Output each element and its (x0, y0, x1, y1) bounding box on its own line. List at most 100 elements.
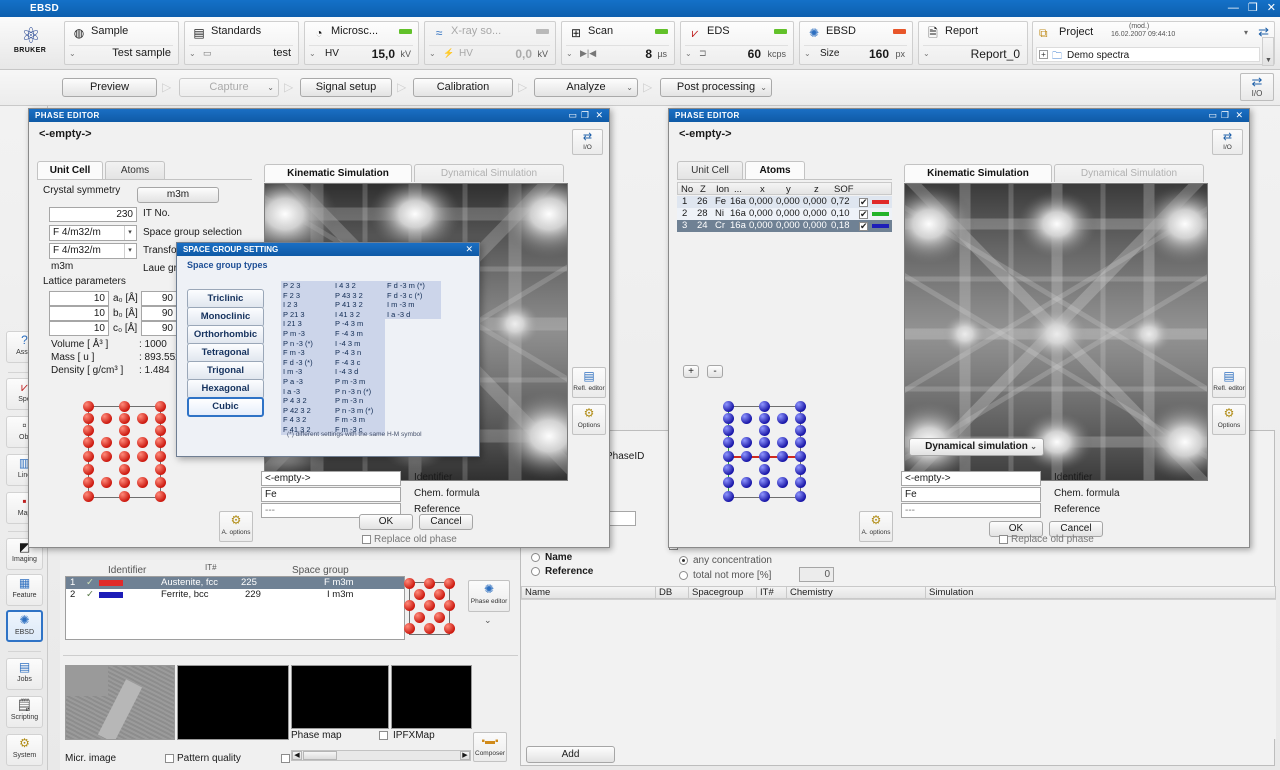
space-group-entry[interactable]: I -4 3 m (333, 338, 385, 349)
radio-any-concentration[interactable] (679, 556, 688, 565)
crystal-system-triclinic[interactable]: Triclinic (187, 289, 264, 309)
sidebar-item-scripting[interactable]: 🗒 Scripting (6, 696, 43, 728)
chem-formula-field[interactable]: Fe (901, 487, 1041, 502)
angle-gamma-field[interactable]: 90 (141, 321, 177, 336)
crystal-system-monoclinic[interactable]: Monoclinic (187, 307, 264, 327)
space-group-entry[interactable]: F d -3 (*) (281, 357, 333, 368)
scroll-thumb[interactable] (303, 751, 337, 760)
preview-button[interactable]: Preview (62, 78, 157, 97)
add-atom-button[interactable]: + (683, 365, 699, 378)
cancel-button[interactable]: Cancel (419, 514, 473, 530)
angle-beta-field[interactable]: 90 (141, 306, 177, 321)
ok-button[interactable]: OK (359, 514, 413, 530)
chevron-down-icon[interactable]: ▼ (1265, 57, 1272, 64)
close-icon[interactable]: ✕ (465, 244, 473, 255)
cell-color-swatch[interactable] (872, 224, 889, 228)
tab-atoms[interactable]: Atoms (105, 161, 165, 179)
close-button[interactable]: ✕ (1267, 1, 1276, 15)
space-group-entry[interactable]: P 41 3 2 (333, 300, 385, 310)
crystal-system-hexagonal[interactable]: Hexagonal (187, 379, 264, 399)
lattice-a-field[interactable]: 10 (49, 291, 109, 306)
space-group-entry[interactable]: I 41 3 2 (333, 309, 385, 320)
transform-combo[interactable]: F 4/m32/m ▾ (49, 243, 137, 259)
space-group-entry[interactable]: F d -3 m (*) (385, 281, 441, 291)
lattice-b-field[interactable]: 10 (49, 306, 109, 321)
row-color-swatch[interactable] (99, 592, 123, 598)
cell-enable-checkbox[interactable] (859, 208, 868, 220)
identifier-field[interactable]: <-empty-> (901, 471, 1041, 486)
space-group-entry[interactable]: F m -3 (281, 348, 333, 358)
results-col-name[interactable]: Name (521, 586, 656, 599)
replace-old-phase-checkbox[interactable] (999, 535, 1008, 544)
row-check-icon[interactable]: ✓ (86, 577, 94, 589)
restore-button[interactable]: ❐ (1248, 1, 1258, 15)
sidebar-item-ebsd[interactable]: ✺ EBSD (6, 610, 43, 642)
chevron-down-icon[interactable]: ▾ (124, 226, 135, 240)
space-group-entry[interactable]: I 2 3 (281, 300, 333, 310)
space-group-entry[interactable]: I 4 3 2 (333, 281, 385, 291)
space-group-entry[interactable]: P 21 3 (281, 309, 333, 320)
io-button[interactable]: ⇄ I/O (1240, 73, 1274, 101)
space-group-entry[interactable]: P m -3 m (333, 376, 385, 387)
scroll-left-icon[interactable]: ◀ (292, 751, 302, 760)
chevron-down-icon[interactable]: ⌄ (685, 49, 692, 58)
chevron-down-icon[interactable]: ⌄ (69, 49, 76, 58)
space-group-entry[interactable]: I a -3 d (385, 309, 441, 320)
space-group-entry[interactable]: P 4 3 2 (281, 396, 333, 406)
signal-setup-button[interactable]: Signal setup (300, 78, 392, 97)
analyze-button[interactable]: Analyze ⌄ (534, 78, 638, 97)
image-strip-scrollbar[interactable]: ◀ ▶ (291, 750, 471, 761)
minimize-button[interactable]: — (1228, 1, 1239, 15)
ribbon-card-report[interactable]: 🗎 Report ⌄ Report_0 (918, 21, 1028, 65)
chevron-down-icon[interactable]: ⌄ (309, 49, 316, 58)
space-group-entry[interactable]: P n -3 n (*) (333, 386, 385, 397)
space-group-entry[interactable]: I m -3 (281, 367, 333, 377)
phase-map-image[interactable] (291, 665, 389, 729)
radio-search-reference[interactable] (531, 567, 540, 576)
crystal-system-cubic[interactable]: Cubic (187, 397, 264, 417)
table-row[interactable]: 2 28 Ni 16a 0,000 0,000 0,000 0,10 (677, 208, 892, 220)
tab-kinematic-simulation[interactable]: Kinematic Simulation (264, 164, 412, 182)
ribbon-card-microscope[interactable]: ◔ Microsc... ⌄ HV kV 15,0 (304, 21, 419, 65)
ribbon-card-xray-source[interactable]: ≈ X-ray so... ⌄ ⚡ HV kV 0,0 (424, 21, 556, 65)
it-no-field[interactable]: 230 (49, 207, 137, 222)
ribbon-card-sample[interactable]: ◍ Sample ⌄ Test sample (64, 21, 179, 65)
kinematic-simulation-pattern[interactable] (904, 183, 1208, 481)
crystal-system-orthorhombic[interactable]: Orthorhombic (187, 325, 264, 345)
tab-dynamical-simulation[interactable]: Dynamical Simulation (1054, 164, 1204, 182)
table-row[interactable]: 1 26 Fe 16a 0,000 0,000 0,000 0,72 (677, 196, 892, 208)
post-processing-button[interactable]: Post processing ⌄ (660, 78, 772, 97)
space-group-entry[interactable]: P a -3 (281, 376, 333, 387)
table-row[interactable]: 1 ✓ Austenite, fcc 225 F m3m (66, 577, 404, 589)
phase-editor-button[interactable]: ✺ Phase editor (468, 580, 510, 612)
angle-alpha-field[interactable]: 90 (141, 291, 177, 306)
pattern-quality-image[interactable] (177, 665, 289, 740)
chem-formula-field[interactable]: Fe (261, 487, 401, 502)
chevron-down-icon[interactable]: ⌄ (626, 79, 633, 96)
maximize-button[interactable]: ❐ (1221, 110, 1229, 120)
tab-unit-cell[interactable]: Unit Cell (37, 161, 103, 179)
cell-color-swatch[interactable] (872, 200, 889, 204)
chevron-down-icon[interactable]: ⌄ (429, 49, 436, 58)
chevron-down-icon[interactable]: ⌄ (1030, 439, 1037, 455)
space-group-entry[interactable]: F 2 3 (281, 290, 333, 301)
ribbon-card-ebsd[interactable]: ✺ EBSD ⌄ Size px 160 (799, 21, 913, 65)
lattice-c-field[interactable]: 10 (49, 321, 109, 336)
a-options-button[interactable]: ⚙ A. options (859, 511, 893, 542)
results-col-it[interactable]: IT# (757, 586, 787, 599)
table-row[interactable]: 3 24 Cr 16a 0,000 0,000 0,000 0,18 (677, 220, 892, 232)
project-scrollbar[interactable]: ▼ (1262, 37, 1274, 66)
crystal-system-tetragonal[interactable]: Tetragonal (187, 343, 264, 363)
chevron-down-icon[interactable]: ⌄ (760, 79, 767, 96)
radio-total-not-more[interactable] (679, 571, 688, 580)
io-button[interactable]: ⇄ I/O (1212, 129, 1243, 155)
composer-button[interactable]: ▪▬▪ Composer (473, 732, 507, 762)
a-options-button[interactable]: ⚙ A. options (219, 511, 253, 542)
results-col-db[interactable]: DB (656, 586, 689, 599)
space-group-column-3[interactable]: F d -3 m (*) F d -3 c (*) I m -3 mI a -3 d (385, 281, 441, 320)
expander-icon[interactable]: + (1039, 50, 1048, 59)
chevron-down-icon[interactable]: ⌄ (484, 615, 492, 626)
chevron-down-icon[interactable]: ⌄ (189, 49, 196, 58)
chevron-down-icon[interactable]: ⌄ (267, 79, 274, 96)
space-group-column-2[interactable]: I 4 3 2P 43 3 2P 41 3 2I 41 3 2P -4 3 mF… (333, 281, 385, 435)
